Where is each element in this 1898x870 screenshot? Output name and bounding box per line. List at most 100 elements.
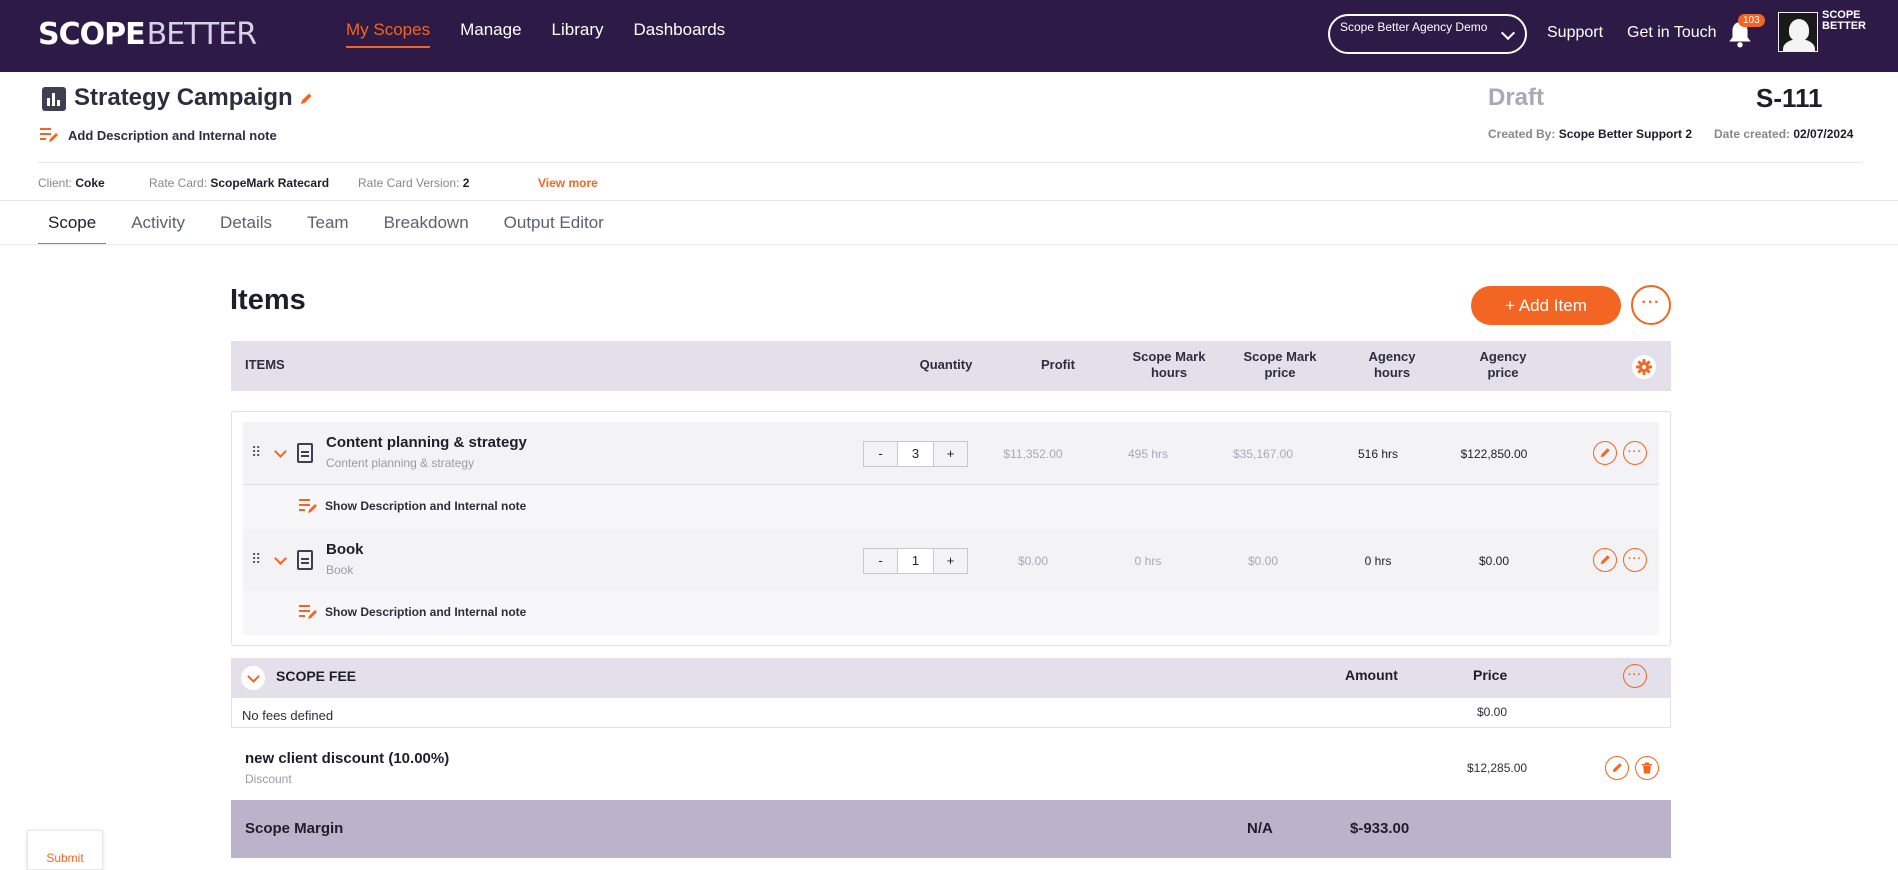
show-description-link[interactable]: Show Description and Internal note xyxy=(299,498,526,514)
th-quantity: Quantity xyxy=(919,357,973,372)
submit-button[interactable]: Submit xyxy=(27,830,103,870)
document-icon xyxy=(297,550,313,570)
item-subtitle: Content planning & strategy xyxy=(326,456,475,470)
th-items: ITEMS xyxy=(245,357,285,372)
pencil-icon xyxy=(1600,448,1610,458)
pencil-icon xyxy=(1612,763,1622,773)
items-heading: Items xyxy=(230,284,306,316)
item-agency-hours: 0 hrs xyxy=(1364,554,1392,568)
items-more-button[interactable]: ··· xyxy=(1631,285,1671,325)
brand-logo[interactable]: SCOPE BETTER xyxy=(38,17,257,52)
edit-discount-button[interactable] xyxy=(1605,756,1629,780)
created-by: Created By: Scope Better Support 2 xyxy=(1488,127,1692,141)
add-description-link[interactable]: Add Description and Internal note xyxy=(40,127,277,143)
item-agency-hours: 516 hrs xyxy=(1357,447,1399,461)
more-dots-icon: ··· xyxy=(1628,552,1642,565)
drag-handle-icon[interactable]: ⠿ xyxy=(251,444,261,461)
th-sm-hours-line1: Scope Mark xyxy=(1132,349,1206,364)
discount-name: new client discount (10.00%) xyxy=(245,750,450,767)
rate-card-label: Rate Card: xyxy=(149,176,208,190)
discount-value: $12,285.00 xyxy=(1467,761,1528,775)
th-sm-price-line2: price xyxy=(1264,365,1296,380)
item-more-button[interactable]: ··· xyxy=(1623,548,1647,572)
info-divider xyxy=(0,200,1898,201)
item-sm-hours: 495 hrs xyxy=(1127,447,1169,461)
th-ag-price-line1: Agency xyxy=(1479,349,1527,364)
item-profit: $11,352.00 xyxy=(1003,447,1063,461)
chevron-down-icon xyxy=(1500,25,1516,41)
agency-logo: SCOPE BETTER xyxy=(1822,10,1866,32)
rate-version-value: 2 xyxy=(462,176,470,190)
pencil-icon xyxy=(1600,555,1610,565)
tab-breakdown[interactable]: Breakdown xyxy=(374,203,479,245)
tabs-divider xyxy=(0,244,1898,245)
agency-select[interactable]: Scope Better Agency Demo xyxy=(1328,14,1527,54)
logo-text-scope: SCOPE xyxy=(38,17,146,52)
th-ag-hours-line2: hours xyxy=(1373,365,1411,380)
edit-item-button[interactable] xyxy=(1593,441,1617,465)
logo-text-better: BETTER xyxy=(146,17,257,52)
item-name: Book xyxy=(326,541,364,558)
scope-margin-value: $-933.00 xyxy=(1350,820,1410,837)
tab-details[interactable]: Details xyxy=(210,203,282,245)
no-fees-text: No fees defined xyxy=(242,708,334,723)
date-created-label: Date created: xyxy=(1714,127,1791,141)
avatar-head xyxy=(1789,19,1809,41)
notification-badge: 103 xyxy=(1738,14,1765,27)
th-scope-mark-hours: Scope Mark hours xyxy=(1119,349,1219,381)
show-description-link[interactable]: Show Description and Internal note xyxy=(299,604,526,620)
trash-icon xyxy=(1642,762,1652,774)
scope-fee-price: $0.00 xyxy=(1477,705,1508,719)
tab-scope[interactable]: Scope xyxy=(38,203,107,245)
quantity-input[interactable]: 3 xyxy=(898,441,933,467)
th-scope-mark-price: Scope Mark price xyxy=(1230,349,1330,381)
scope-tabs: Scope Activity Details Team Breakdown Ou… xyxy=(38,203,629,245)
show-description-label: Show Description and Internal note xyxy=(325,499,527,513)
delete-discount-button[interactable] xyxy=(1635,756,1659,780)
edit-item-button[interactable] xyxy=(1593,548,1617,572)
item-more-button[interactable]: ··· xyxy=(1623,441,1647,465)
more-dots-icon: ··· xyxy=(1641,294,1661,312)
tab-team[interactable]: Team xyxy=(297,203,359,245)
scope-margin-na: N/A xyxy=(1247,820,1273,837)
scope-fee-more-button[interactable]: ··· xyxy=(1623,664,1647,688)
item-profit: $0.00 xyxy=(1017,554,1049,568)
nav-dashboards[interactable]: Dashboards xyxy=(634,20,726,48)
tab-activity[interactable]: Activity xyxy=(121,203,195,245)
show-description-label: Show Description and Internal note xyxy=(325,605,527,619)
avatar[interactable] xyxy=(1778,12,1818,52)
main-nav: My Scopes Manage Library Dashboards xyxy=(346,20,725,48)
description-note-icon xyxy=(40,128,58,142)
agency-select-value: Scope Better Agency Demo xyxy=(1340,20,1488,34)
drag-handle-icon[interactable]: ⠿ xyxy=(251,551,261,568)
created-by-label: Created By: xyxy=(1488,127,1556,141)
scope-margin-row xyxy=(231,800,1671,858)
edit-title-pencil-icon[interactable] xyxy=(299,92,313,106)
top-navbar: SCOPE BETTER My Scopes Manage Library Da… xyxy=(0,0,1898,72)
quantity-increment-button[interactable]: + xyxy=(933,548,968,574)
scope-fee-toggle[interactable] xyxy=(241,666,265,690)
quantity-increment-button[interactable]: + xyxy=(933,441,968,467)
nav-manage[interactable]: Manage xyxy=(460,20,521,48)
rate-card-info: Rate Card: ScopeMark Ratecard xyxy=(149,176,329,190)
nav-get-in-touch[interactable]: Get in Touch xyxy=(1627,24,1717,42)
date-created: Date created: 02/07/2024 xyxy=(1714,127,1853,141)
nav-support[interactable]: Support xyxy=(1547,24,1603,42)
quantity-input[interactable]: 1 xyxy=(898,548,933,574)
rate-card-value: ScopeMark Ratecard xyxy=(210,176,330,190)
add-item-button[interactable]: + Add Item xyxy=(1471,286,1621,325)
rate-version-info: Rate Card Version: 2 xyxy=(358,176,469,190)
gear-icon[interactable] xyxy=(1632,355,1656,379)
nav-library[interactable]: Library xyxy=(552,20,604,48)
view-more-link[interactable]: View more xyxy=(538,176,598,190)
nav-my-scopes[interactable]: My Scopes xyxy=(346,20,431,48)
description-note-icon xyxy=(299,605,317,619)
document-icon xyxy=(297,443,313,463)
quantity-decrement-button[interactable]: - xyxy=(863,441,898,467)
scope-fee-header xyxy=(231,658,1671,698)
item-sm-price: $35,167.00 xyxy=(1232,447,1294,461)
tab-output-editor[interactable]: Output Editor xyxy=(494,203,614,245)
quantity-stepper: - 1 + xyxy=(863,548,968,574)
quantity-stepper: - 3 + xyxy=(863,441,968,467)
quantity-decrement-button[interactable]: - xyxy=(863,548,898,574)
